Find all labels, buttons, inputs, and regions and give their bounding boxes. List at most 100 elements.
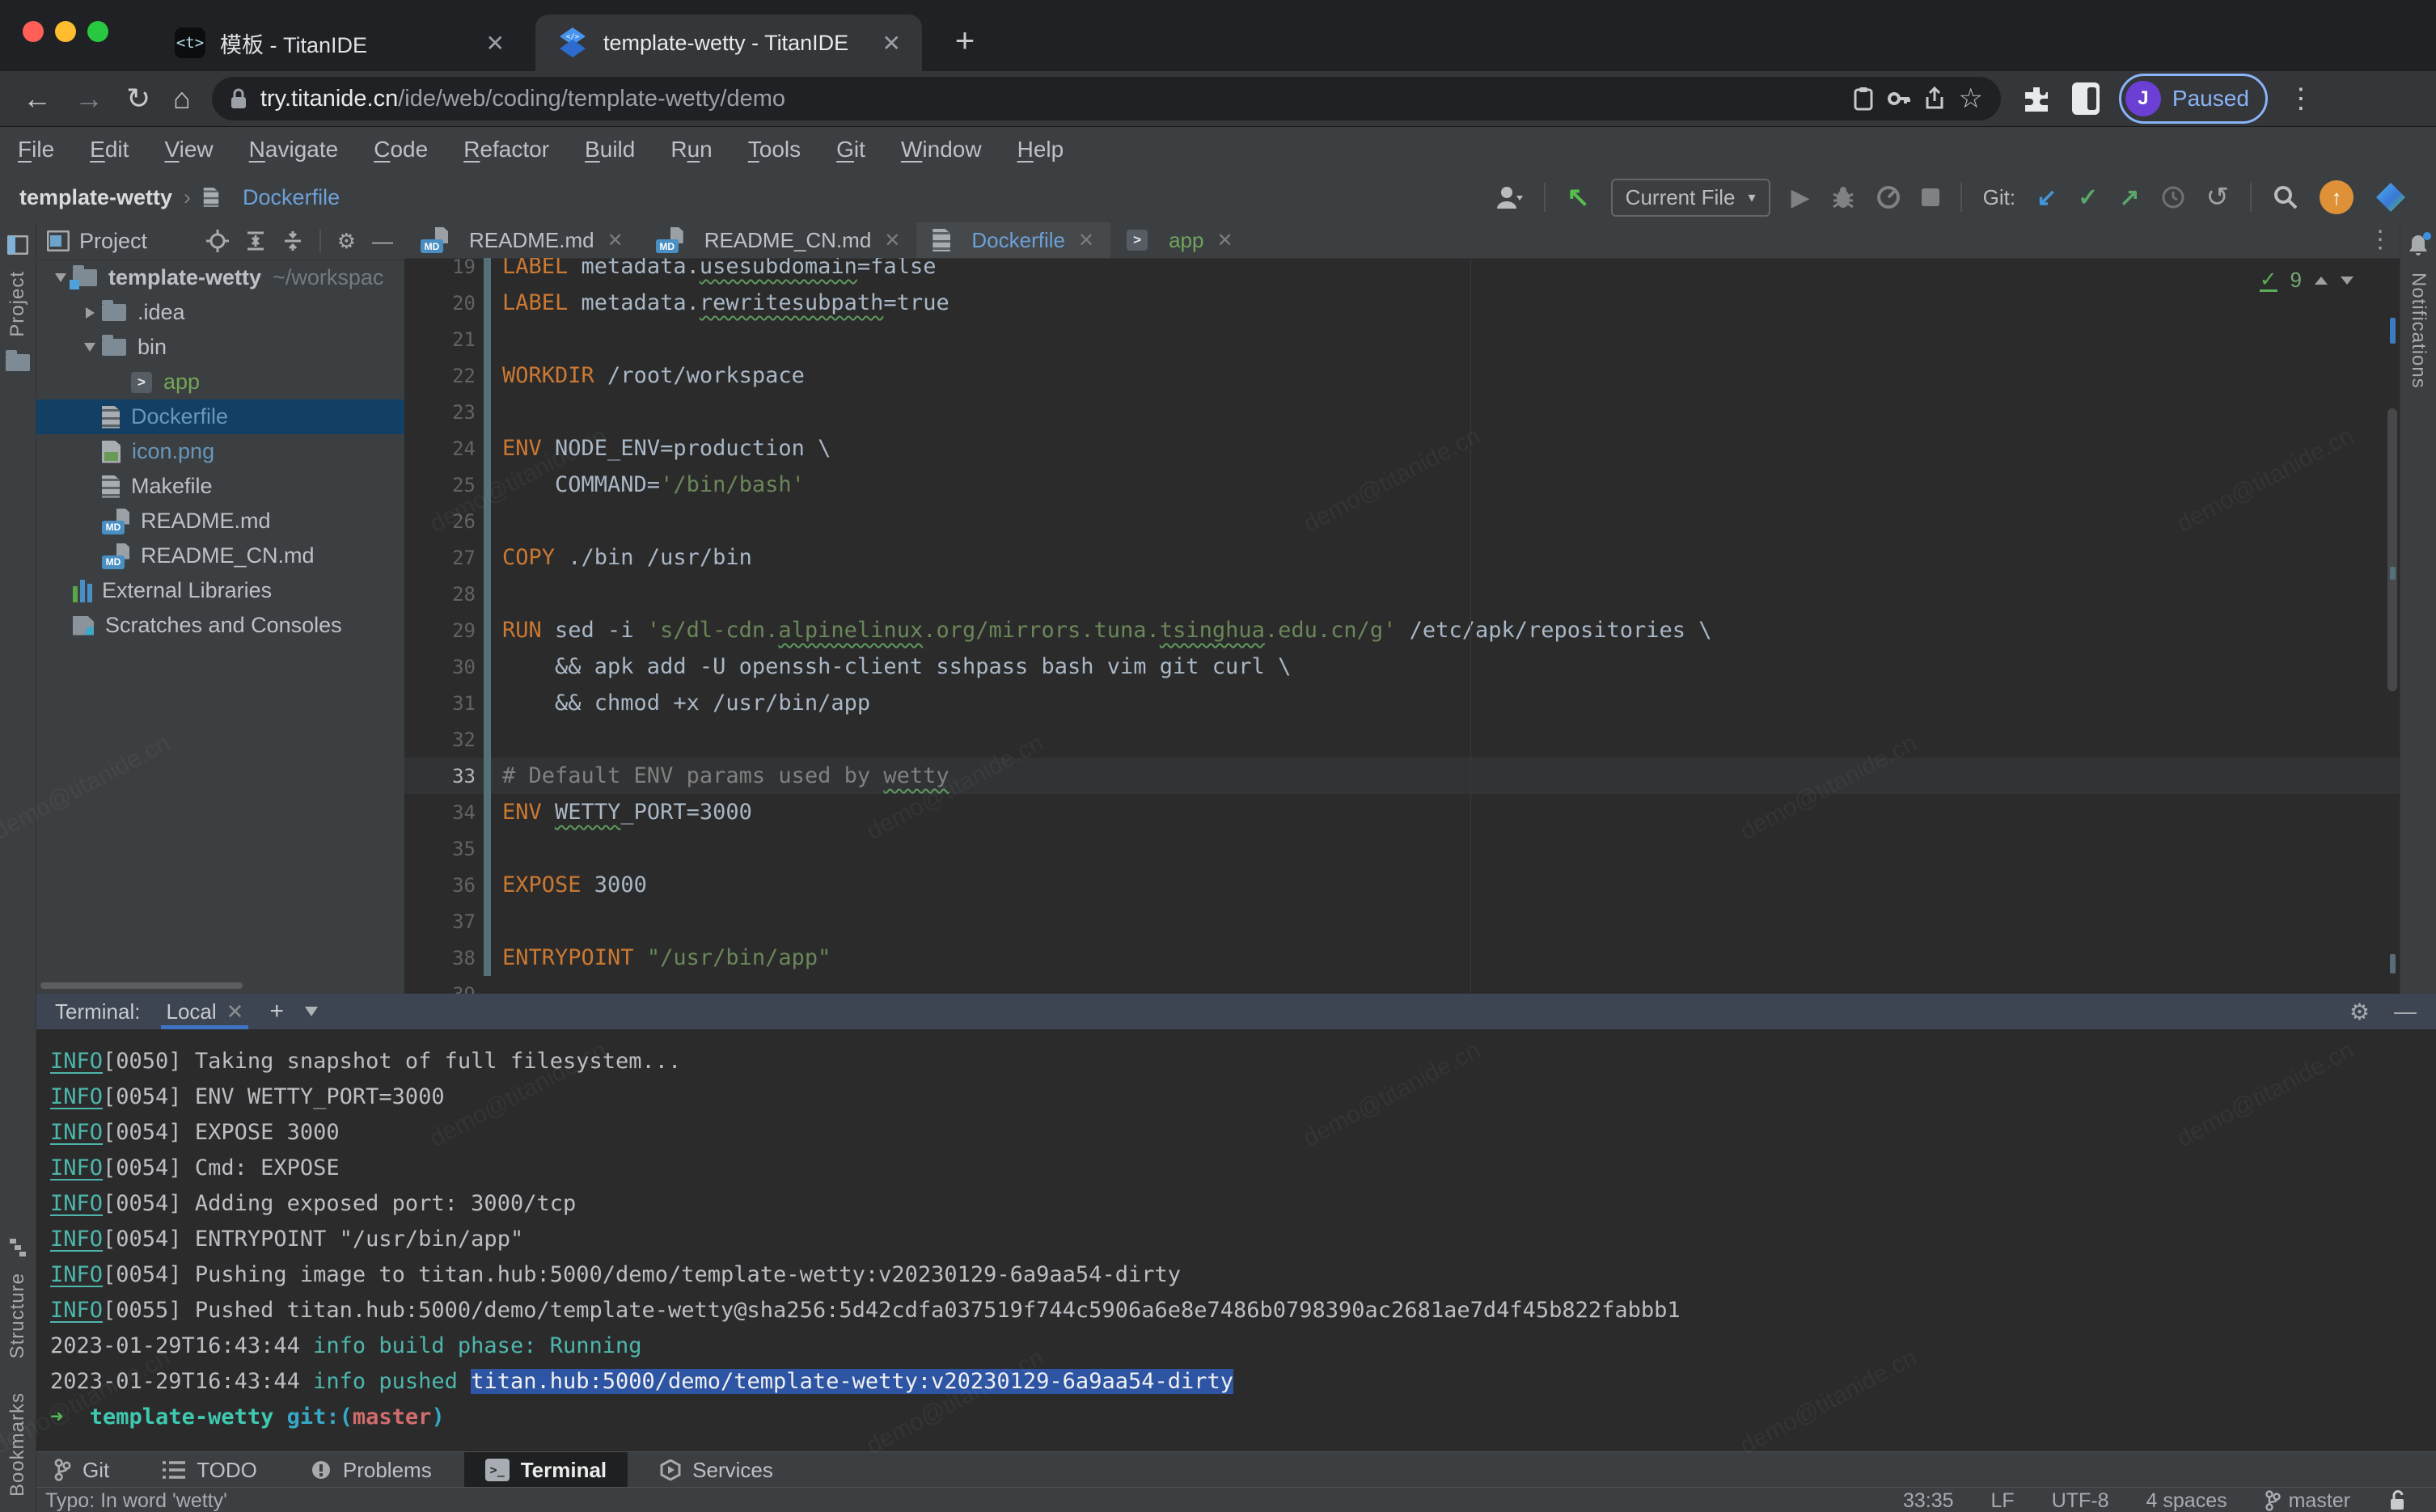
menu-refactor[interactable]: Refactor [463,137,549,163]
toolwindow-problems[interactable]: Problems [290,1452,453,1488]
tree-chevron-icon[interactable] [78,343,102,352]
tab-close-icon[interactable]: ✕ [607,229,624,252]
editor-tab-readme-cn-md[interactable]: MDREADME_CN.md✕ [640,222,917,258]
tree-item-makefile[interactable]: Makefile [36,469,404,504]
tree-item-template-wetty[interactable]: template-wetty~/workspac [36,260,404,295]
tab-close-icon[interactable]: ✕ [882,30,901,57]
menu-build[interactable]: Build [585,137,635,163]
structure-toolwindow-icon[interactable] [6,1235,29,1258]
menu-git[interactable]: Git [836,137,865,163]
locate-target-icon[interactable] [206,230,229,252]
project-panel-title[interactable]: Project [47,229,147,254]
browser-menu-dots-icon[interactable]: ⋮ [2287,82,2315,115]
terminal-settings-gear-icon[interactable]: ⚙ [2349,999,2370,1025]
url-text[interactable]: try.titanide.cn/ide/web/coding/template-… [260,86,1841,112]
run-configuration-select[interactable]: Current File▾ [1611,179,1770,217]
terminal-tab-close-icon[interactable]: ✕ [226,999,244,1024]
menu-tools[interactable]: Tools [748,137,801,163]
tree-item-readme-cn-md[interactable]: MDREADME_CN.md [36,538,404,573]
git-update-icon[interactable]: ↙ [2036,184,2057,212]
code-editor-area[interactable]: 19LABEL metadata.usesubdomain=false20LAB… [404,258,2400,994]
tab-close-icon[interactable]: ✕ [486,30,505,57]
clipboard-icon[interactable] [1853,87,1874,111]
stripe-mark[interactable] [2390,567,2396,580]
browser-tab-template-wetty[interactable]: </> template-wetty - TitanIDE ✕ [535,15,922,71]
reload-icon[interactable]: ↻ [126,82,150,116]
expand-all-icon[interactable] [245,230,266,252]
line-separator[interactable]: LF [1991,1489,2015,1512]
menu-run[interactable]: Run [670,137,712,163]
side-panel-icon[interactable] [2070,81,2101,116]
editor-tab-options-dots-icon[interactable]: ⋮ [2368,226,2392,254]
stripe-mark[interactable] [2390,318,2396,344]
gear-icon[interactable]: ⚙ [337,229,356,254]
new-terminal-plus-icon[interactable]: + [269,998,284,1025]
tree-chevron-icon[interactable] [78,307,102,319]
toolwindow-services[interactable]: Services [639,1452,794,1488]
update-available-icon[interactable]: ↑ [2320,180,2354,214]
next-problem-icon[interactable] [2341,277,2354,285]
password-key-icon[interactable] [1887,88,1911,109]
forward-icon[interactable]: → [74,82,104,116]
share-icon[interactable] [1924,87,1945,111]
profiler-icon[interactable] [1876,185,1901,209]
terminal-tab-local[interactable]: Local✕ [161,994,248,1029]
caret-position[interactable]: 33:35 [1903,1489,1954,1512]
search-everywhere-icon[interactable] [2273,184,2299,210]
editor-vscrollbar[interactable] [2387,408,2397,691]
menu-help[interactable]: Help [1017,137,1064,163]
address-bar[interactable]: try.titanide.cn/ide/web/coding/template-… [212,77,2001,120]
terminal-output[interactable]: INFO[0050] Taking snapshot of full files… [36,1030,2436,1434]
new-tab-button[interactable]: + [945,21,985,60]
editor-tab-dockerfile[interactable]: Dockerfile✕ [916,222,1110,258]
tree-item-readme-md[interactable]: MDREADME.md [36,504,404,538]
editor-tab-readme-md[interactable]: MDREADME.md✕ [404,222,640,258]
breadcrumb-project[interactable]: template-wetty [19,185,172,210]
git-push-icon[interactable]: ↗ [2119,184,2139,212]
stripe-project-label[interactable]: Project [6,271,29,337]
breadcrumb-file[interactable]: Dockerfile [243,185,340,210]
tab-close-icon[interactable]: ✕ [1078,229,1094,252]
menu-edit[interactable]: Edit [90,137,129,163]
quickfix-arrow-icon[interactable]: ↖ [1567,181,1590,213]
tree-item-app[interactable]: >app [36,365,404,399]
inspections-widget[interactable]: ✓ 9 [2260,268,2354,293]
file-encoding[interactable]: UTF-8 [2052,1489,2109,1512]
menu-navigate[interactable]: Navigate [249,137,339,163]
git-commit-check-icon[interactable]: ✓ [2078,184,2098,212]
prev-problem-icon[interactable] [2315,277,2328,285]
project-toolwindow-icon[interactable] [6,234,29,256]
tab-close-icon[interactable]: ✕ [884,229,900,252]
bookmark-star-icon[interactable]: ☆ [1958,82,1982,115]
stop-icon[interactable] [1922,188,1939,206]
stripe-bookmarks-label[interactable]: Bookmarks [6,1392,29,1497]
tree-item-icon-png[interactable]: icon.png [36,434,404,469]
menu-code[interactable]: Code [374,137,428,163]
tree-item-scratches-and-consoles[interactable]: Scratches and Consoles [36,608,404,643]
git-branch-widget[interactable]: master [2265,1489,2350,1512]
minimize-window-button[interactable] [55,21,76,42]
run-icon[interactable]: ▶ [1791,184,1810,212]
stripe-structure-label[interactable]: Structure [6,1273,29,1358]
tab-close-icon[interactable]: ✕ [1216,229,1233,252]
tree-item-bin[interactable]: bin [36,330,404,365]
stripe-mark[interactable] [2390,954,2396,974]
back-icon[interactable]: ← [23,82,52,116]
user-profile-icon[interactable] [1495,184,1523,210]
tree-item-dockerfile[interactable]: Dockerfile [36,399,404,434]
hide-panel-minus-icon[interactable]: — [372,229,393,254]
stripe-notifications-label[interactable]: Notifications [2407,272,2430,389]
rollback-icon[interactable]: ↺ [2206,181,2230,213]
menu-view[interactable]: View [164,137,213,163]
titanide-gradient-logo-icon[interactable] [2375,181,2407,213]
toolwindow-terminal[interactable]: >_Terminal [464,1452,628,1488]
extensions-puzzle-icon[interactable] [2022,84,2051,113]
profile-paused-chip[interactable]: J Paused [2119,74,2268,124]
tree-item-external-libraries[interactable]: External Libraries [36,573,404,608]
notifications-bell-icon[interactable] [2407,234,2430,256]
browser-tab-template[interactable]: <t> 模板 - TitanIDE ✕ [154,15,526,71]
close-window-button[interactable] [23,21,44,42]
terminal-dropdown-chevron-icon[interactable] [305,1007,318,1016]
toolwindow-git[interactable]: Git [32,1452,130,1488]
terminal-minimize-icon[interactable]: — [2394,999,2417,1024]
